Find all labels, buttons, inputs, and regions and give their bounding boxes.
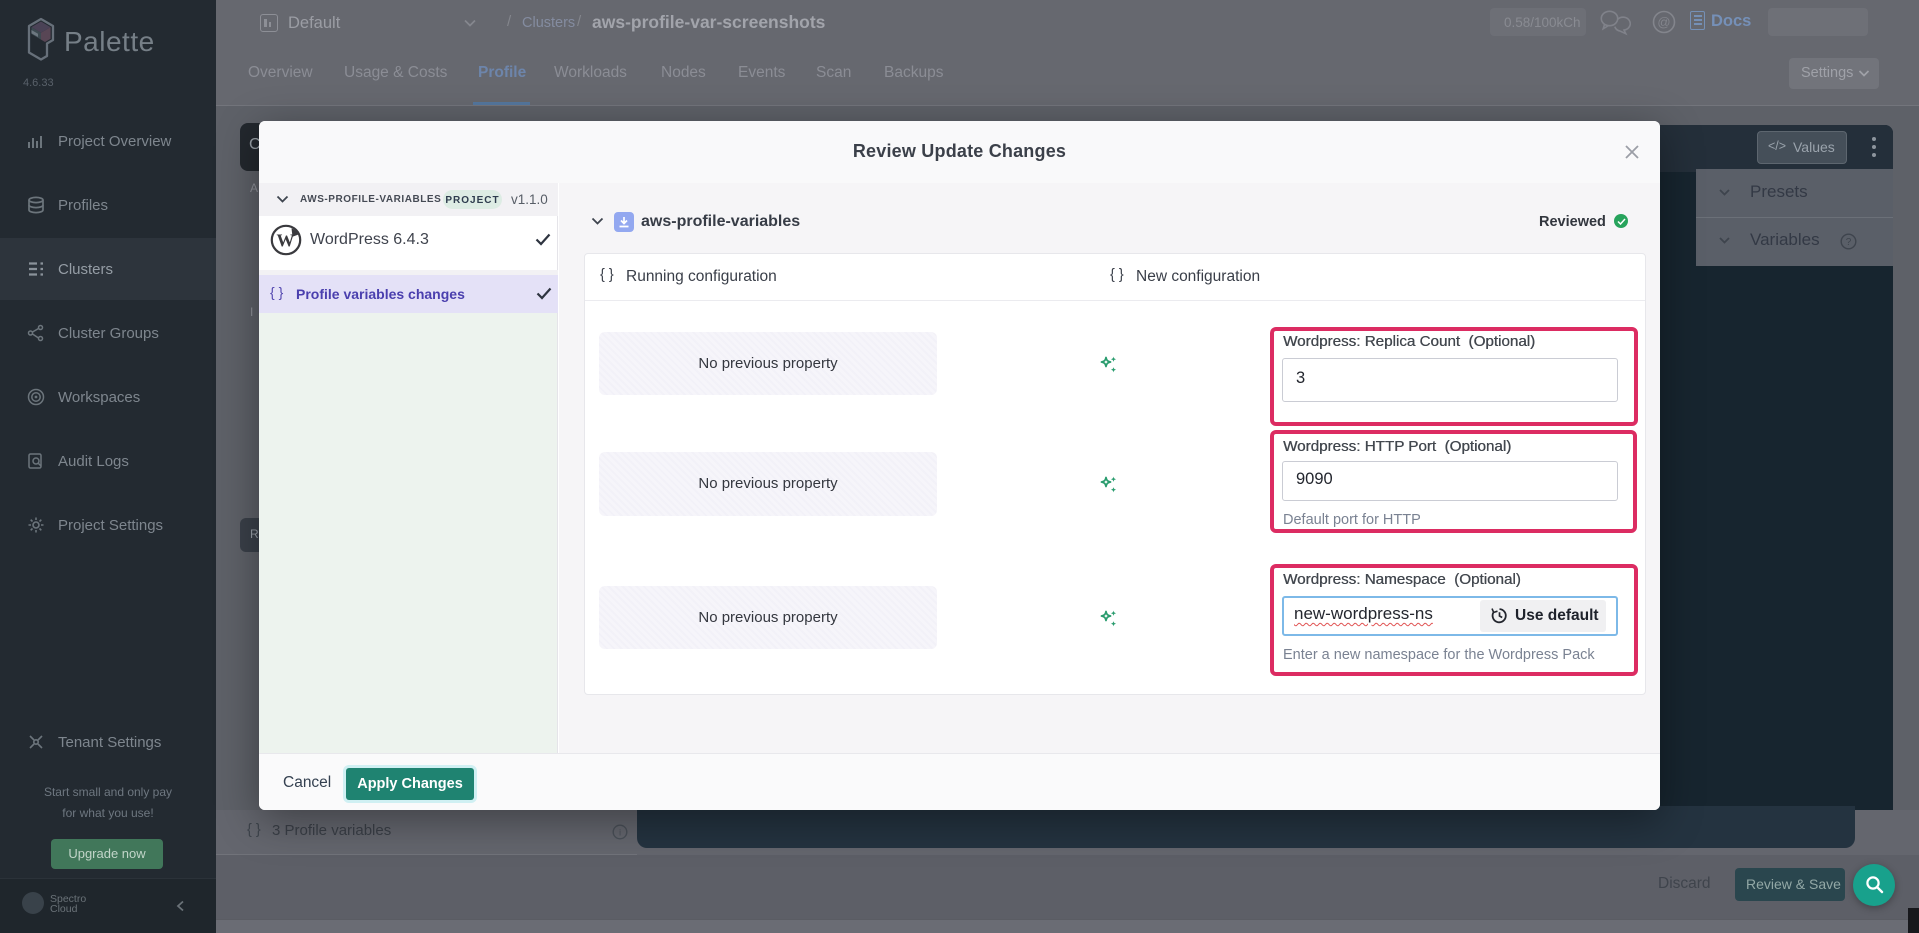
svg-text:?: ?	[1846, 237, 1852, 248]
svg-text:W: W	[277, 231, 295, 251]
svg-text:i: i	[619, 828, 621, 839]
svg-text:@: @	[1657, 15, 1670, 30]
